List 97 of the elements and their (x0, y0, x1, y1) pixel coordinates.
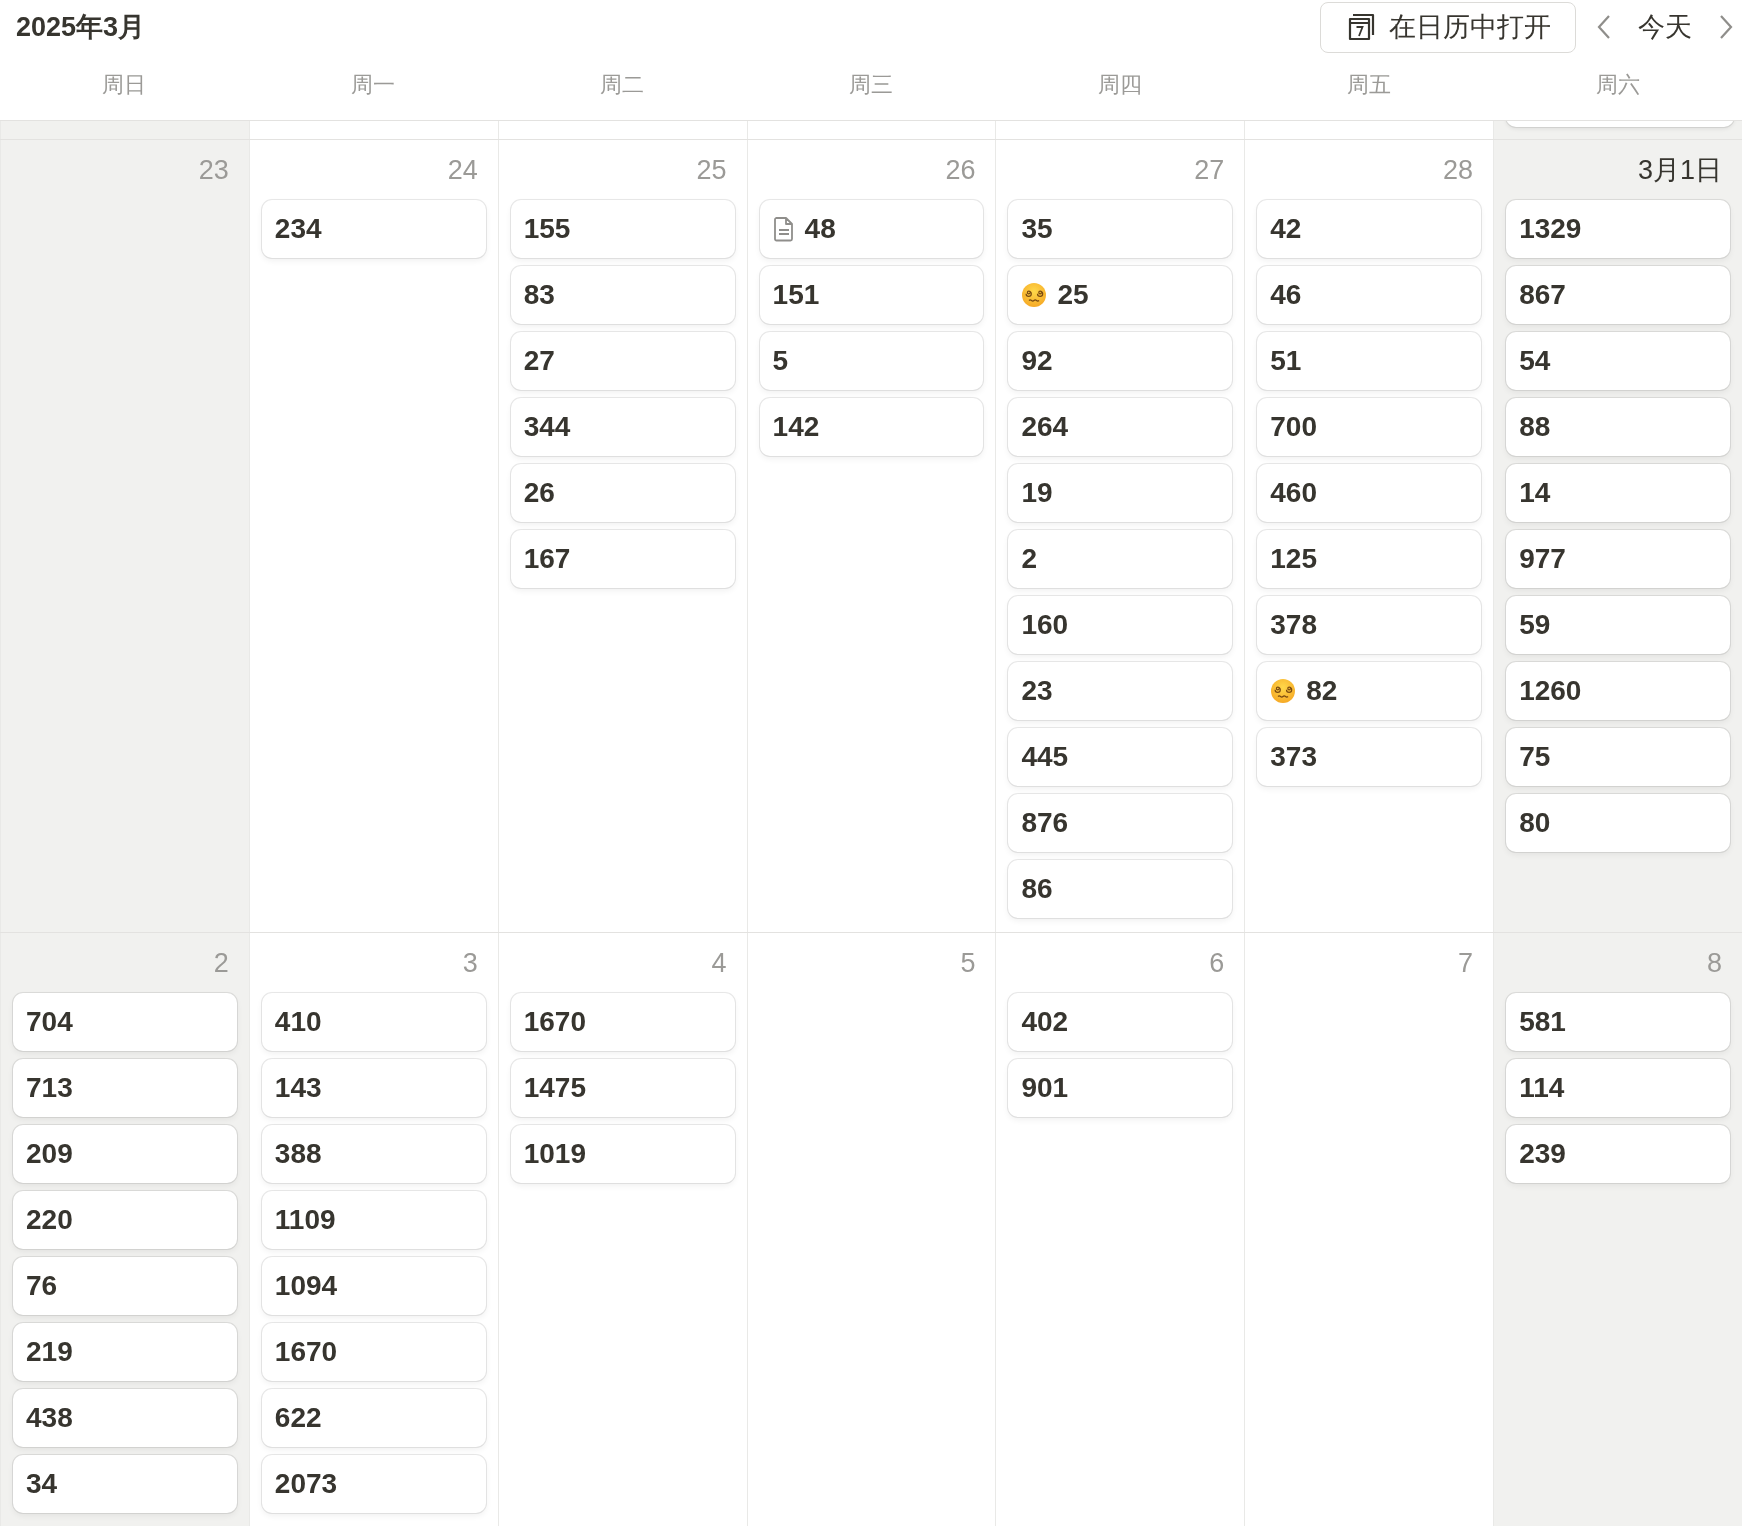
day-number: 28 (1443, 154, 1474, 187)
event-card[interactable]: 14 (1506, 464, 1730, 522)
event-card[interactable]: 410 (261, 993, 486, 1051)
event-card[interactable]: 581 (1506, 993, 1730, 1051)
event-card[interactable]: 264 (1008, 398, 1233, 456)
event-card[interactable]: 219 (13, 1323, 237, 1381)
event-card[interactable]: 34 (13, 1455, 237, 1513)
event-card[interactable]: 48 (759, 200, 984, 258)
day-number: 5 (960, 947, 976, 980)
event-card[interactable]: 151 (759, 266, 984, 324)
day-number: 25 (696, 154, 727, 187)
dizzy-face-icon (1270, 678, 1297, 704)
day-number: 27 (1194, 154, 1225, 187)
event-card[interactable]: 23 (1008, 662, 1233, 720)
event-card[interactable]: 26 (510, 464, 735, 522)
weekday-label: 周四 (1097, 71, 1142, 99)
weekday-label: 周六 (1595, 71, 1640, 99)
dizzy-face-icon (1021, 282, 1048, 308)
event-card[interactable]: 977 (1506, 530, 1730, 588)
event-card[interactable]: 867 (1506, 266, 1730, 324)
event-card[interactable]: 1670 (510, 993, 735, 1051)
day-number: 3 (462, 947, 478, 980)
event-card[interactable]: 1260 (1506, 662, 1730, 720)
open-in-calendar-button[interactable]: 在日历中打开 (1320, 1, 1576, 53)
event-card[interactable]: 80 (1506, 794, 1730, 852)
day-number: 2 (213, 947, 229, 980)
today-button[interactable]: 今天 (1636, 9, 1694, 45)
event-card[interactable]: 143 (261, 1059, 486, 1117)
weekday-label: 周三 (849, 71, 893, 99)
event-card[interactable]: 239 (1506, 1125, 1730, 1183)
event-card[interactable]: 35 (1008, 200, 1233, 258)
weekday-label: 周日 (102, 71, 147, 99)
event-card[interactable]: 622 (261, 1389, 486, 1447)
event-card[interactable]: 59 (1506, 596, 1730, 654)
event-card[interactable]: 460 (1257, 464, 1482, 522)
event-card[interactable]: 160 (1008, 596, 1233, 654)
day-number: 4 (711, 947, 727, 980)
event-card[interactable]: 1094 (261, 1257, 486, 1315)
event-card[interactable]: 155 (510, 200, 735, 258)
event-card[interactable]: 901 (1008, 1059, 1233, 1117)
event-card[interactable]: 51 (1257, 332, 1482, 390)
event-card[interactable]: 704 (13, 993, 237, 1051)
event-card[interactable]: 1670 (261, 1323, 486, 1381)
event-card[interactable]: 876 (1008, 794, 1233, 852)
event-card[interactable]: 402 (1008, 993, 1233, 1051)
event-card[interactable]: 1329 (1506, 200, 1730, 258)
event-card[interactable]: 19 (1008, 464, 1233, 522)
event-card[interactable]: 445 (1008, 728, 1233, 786)
event-card[interactable]: 388 (261, 1125, 486, 1183)
event-card[interactable]: 76 (13, 1257, 237, 1315)
event-card[interactable]: 2 (1008, 530, 1233, 588)
event-card[interactable]: 2073 (261, 1455, 486, 1513)
event-card[interactable]: 88 (1506, 398, 1730, 456)
weekday-label: 周二 (600, 71, 645, 99)
day-number: 26 (945, 154, 976, 187)
event-card[interactable]: 5 (759, 332, 984, 390)
event-card[interactable]: 373 (1257, 728, 1482, 786)
event-card[interactable]: 46 (1257, 266, 1482, 324)
previous-button[interactable] (1596, 14, 1612, 40)
event-card[interactable]: 438 (13, 1389, 237, 1447)
event-card[interactable]: 125 (1257, 530, 1482, 588)
event-card[interactable]: 700 (1257, 398, 1482, 456)
event-card[interactable]: 75 (1506, 728, 1730, 786)
event-card[interactable]: 114 (1506, 1059, 1730, 1117)
event-card[interactable]: 54 (1506, 332, 1730, 390)
event-card[interactable]: 42 (1257, 200, 1482, 258)
event-card[interactable]: 25 (1008, 266, 1233, 324)
event-card[interactable]: 167 (510, 530, 735, 588)
day-number: 3月1日 (1637, 154, 1722, 187)
event-card[interactable]: 209 (13, 1125, 237, 1183)
day-number: 6 (1209, 947, 1225, 980)
event-card[interactable]: 713 (13, 1059, 237, 1117)
event-card[interactable]: 1019 (510, 1125, 735, 1183)
event-card[interactable]: 83 (510, 266, 735, 324)
day-number: 24 (447, 154, 478, 187)
event-card[interactable]: 92 (1008, 332, 1233, 390)
day-number: 7 (1458, 947, 1474, 980)
weekday-label: 周五 (1346, 71, 1391, 99)
event-card[interactable]: 86 (1008, 860, 1233, 918)
event-card[interactable]: 344 (510, 398, 735, 456)
day-number: 8 (1706, 947, 1722, 980)
event-card[interactable]: 27 (510, 332, 735, 390)
event-card[interactable]: 220 (13, 1191, 237, 1249)
event-card[interactable]: 82 (1257, 662, 1482, 720)
day-number: 23 (198, 154, 229, 187)
month-title: 2025年3月 (16, 11, 147, 44)
event-card[interactable]: 142 (759, 398, 984, 456)
chevron-left-icon (1596, 14, 1612, 40)
event-card[interactable]: 1109 (261, 1191, 486, 1249)
page-icon (772, 216, 795, 242)
calendar-icon (1347, 12, 1377, 42)
next-button[interactable] (1718, 14, 1734, 40)
event-card[interactable]: 1475 (510, 1059, 735, 1117)
chevron-right-icon (1718, 14, 1734, 40)
event-card[interactable]: 378 (1257, 596, 1482, 654)
event-card[interactable]: 234 (261, 200, 486, 258)
weekday-label: 周一 (351, 71, 396, 99)
